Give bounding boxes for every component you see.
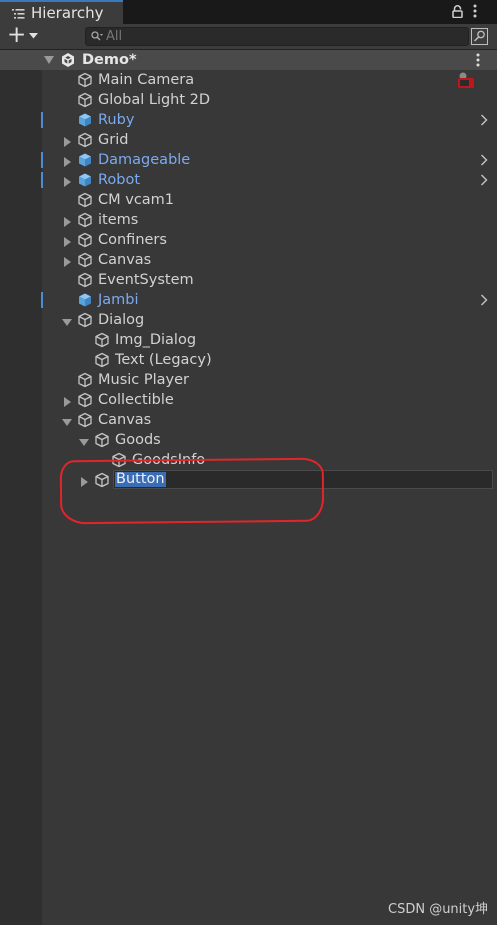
tree-item-label: Goods [115, 432, 161, 448]
prefab-open-chevron-icon[interactable] [480, 114, 488, 130]
tree-item-label: EventSystem [98, 272, 194, 288]
tree-item[interactable]: Confiners [0, 230, 497, 250]
prefab-open-chevron-icon[interactable] [480, 174, 488, 190]
collapsed-arrow-icon[interactable] [62, 215, 72, 227]
gameobject-cube-icon [77, 412, 93, 428]
expanded-arrow-icon[interactable] [62, 415, 72, 426]
hierarchy-list-icon [12, 9, 25, 19]
tree-item-label: Collectible [98, 392, 174, 408]
tree-item-label: Ruby [98, 112, 135, 128]
tree-item-label: Img_Dialog [115, 332, 197, 348]
tree-item[interactable]: Text (Legacy) [0, 350, 497, 370]
tree-item[interactable]: Main Camera [0, 70, 497, 90]
lock-icon[interactable] [452, 5, 463, 18]
tree-item[interactable]: Damageable [0, 150, 497, 170]
tree-item[interactable]: Dialog [0, 310, 497, 330]
gameobject-cube-icon [77, 392, 93, 408]
gameobject-cube-icon [77, 72, 93, 88]
tree-item-label: Robot [98, 172, 141, 188]
search-field[interactable] [85, 27, 469, 46]
collapsed-arrow-icon[interactable] [62, 135, 72, 147]
gameobject-cube-icon [77, 232, 93, 248]
tab-hierarchy[interactable]: Hierarchy [0, 0, 123, 24]
collapsed-arrow-icon[interactable] [62, 155, 72, 167]
prefab-indicator [41, 112, 43, 128]
tree-item[interactable]: Jambi [0, 290, 497, 310]
scene-row[interactable]: Demo* [0, 50, 497, 70]
tree-item-label: Damageable [98, 152, 191, 168]
tree-item[interactable]: Collectible [0, 390, 497, 410]
gameobject-cube-icon [77, 192, 93, 208]
search-icon [91, 31, 103, 41]
gameobject-cube-icon [77, 212, 93, 228]
gameobject-cube-icon [77, 372, 93, 388]
watermark: CSDN @unity坤 [388, 902, 489, 917]
gameobject-cube-icon [77, 312, 93, 328]
tree-item[interactable]: Img_Dialog [0, 330, 497, 350]
hierarchy-toolbar: + [0, 22, 497, 50]
collapsed-arrow-icon[interactable] [62, 255, 72, 267]
tree-item[interactable]: Goods [0, 430, 497, 450]
tree-item-label: Dialog [98, 312, 145, 328]
scene-menu-icon[interactable] [476, 53, 480, 67]
tree-item-label: items [98, 212, 139, 228]
tree-item[interactable]: CM vcam1 [0, 190, 497, 210]
gameobject-cube-icon [77, 132, 93, 148]
prefab-indicator [41, 172, 43, 188]
collapsed-arrow-icon[interactable] [62, 395, 72, 407]
gameobject-cube-icon [77, 92, 93, 108]
expand-arrow-icon[interactable] [44, 56, 54, 64]
tab-title: Hierarchy [31, 4, 104, 22]
tree-item[interactable]: Grid [0, 130, 497, 150]
gameobject-cube-icon [94, 332, 110, 348]
collapsed-arrow-icon[interactable] [62, 175, 72, 187]
prefab-cube-icon [77, 112, 93, 128]
tree-item-label: Main Camera [98, 72, 195, 88]
scene-title: Demo* [82, 52, 137, 68]
prefab-cube-icon [77, 152, 93, 168]
tree-item-label: Jambi [98, 292, 139, 308]
tree-item-label: Music Player [98, 372, 189, 388]
tree-item[interactable]: Ruby [0, 110, 497, 130]
tree-item-label: CM vcam1 [98, 192, 175, 208]
prefab-indicator [41, 152, 43, 168]
tree-item[interactable]: Global Light 2D [0, 90, 497, 110]
gameobject-cube-icon [94, 352, 110, 368]
tree-item-label: Canvas [98, 412, 152, 428]
prefab-cube-icon [77, 172, 93, 188]
gameobject-cube-icon [77, 272, 93, 288]
tree-item[interactable]: Music Player [0, 370, 497, 390]
tree-item[interactable]: Canvas [0, 410, 497, 430]
tree-item[interactable]: EventSystem [0, 270, 497, 290]
tree-item-label: Grid [98, 132, 129, 148]
dropdown-arrow-icon [29, 33, 38, 39]
plus-icon: + [7, 22, 27, 48]
search-scene-icon[interactable] [471, 28, 488, 45]
prefab-indicator [41, 292, 43, 308]
tree-item-label: Global Light 2D [98, 92, 211, 108]
unity-scene-icon [62, 53, 74, 67]
tree-item[interactable]: items [0, 210, 497, 230]
prefab-open-chevron-icon[interactable] [480, 154, 488, 170]
search-input[interactable] [106, 28, 456, 45]
tree-item[interactable]: Canvas [0, 250, 497, 270]
expanded-arrow-icon[interactable] [62, 315, 72, 326]
tree-item-label: Canvas [98, 252, 152, 268]
gameobject-cube-icon [94, 432, 110, 448]
tree-item-label: Confiners [98, 232, 167, 248]
prefab-open-chevron-icon[interactable] [480, 294, 488, 310]
tree-item[interactable]: Robot [0, 170, 497, 190]
collapsed-arrow-icon[interactable] [62, 235, 72, 247]
annotation-circle [59, 457, 325, 525]
add-object-button[interactable]: + [7, 22, 41, 48]
prefab-cube-icon [77, 292, 93, 308]
tab-menu-icon[interactable] [473, 4, 477, 18]
gameobject-cube-icon [77, 252, 93, 268]
expanded-arrow-icon[interactable] [79, 435, 89, 446]
tree-item-label: Text (Legacy) [115, 352, 212, 368]
tab-bar: Hierarchy [0, 0, 497, 24]
